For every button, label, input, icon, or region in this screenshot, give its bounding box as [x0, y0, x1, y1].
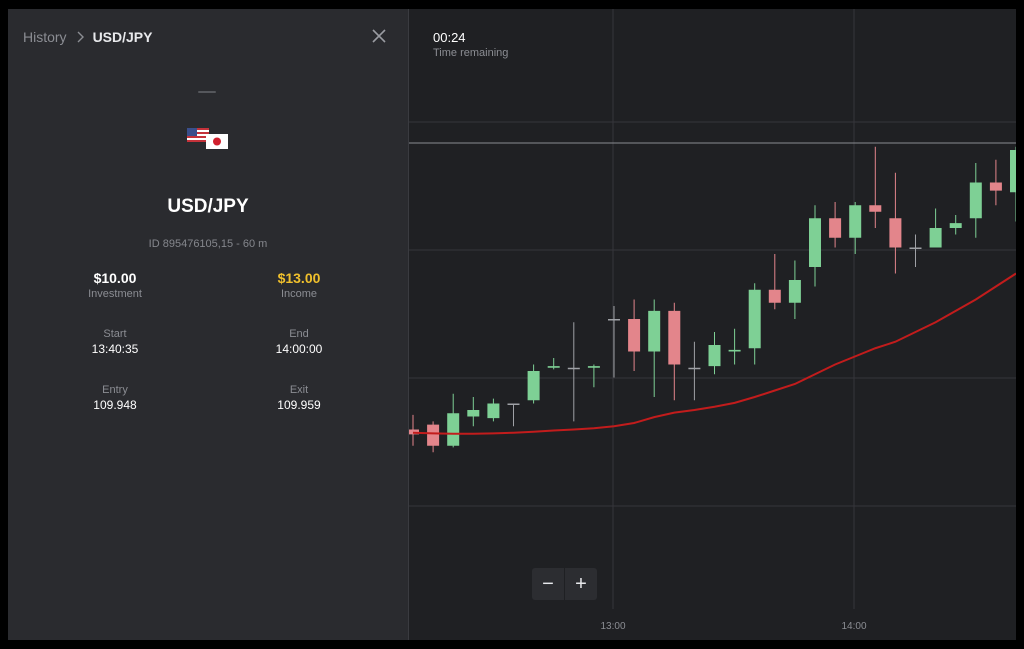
trade-detail-panel: History USD/JPY USD/JPY ID 895476105,15 …	[8, 9, 409, 640]
candle-up	[447, 413, 460, 446]
income-stat: $13.00 Income	[229, 270, 369, 300]
pair-title: USD/JPY	[167, 196, 249, 217]
timer-label: Time remaining	[433, 47, 509, 59]
exit-value: 109.959	[277, 398, 321, 412]
breadcrumb-history-link[interactable]: History	[23, 29, 67, 45]
income-value: $13.00	[277, 270, 321, 286]
chart-grid	[409, 9, 1016, 609]
candle-up	[608, 319, 620, 321]
candle-up	[567, 367, 580, 370]
chevron-right-icon	[77, 31, 84, 43]
zoom-out-button[interactable]: −	[532, 568, 564, 600]
candle-up	[467, 410, 480, 417]
investment-value: $10.00	[93, 270, 137, 286]
breadcrumb-current: USD/JPY	[92, 29, 153, 45]
candle-up	[849, 205, 862, 238]
investment-stat: $10.00 Investment	[45, 270, 185, 300]
candle-up	[728, 349, 741, 352]
end-label: End	[289, 328, 309, 340]
investment-label: Investment	[88, 288, 142, 300]
candle-up	[507, 403, 520, 405]
price-chart[interactable]: 00:24 Time remaining − + 13:00 14:00	[409, 9, 1016, 640]
candle-up	[969, 182, 982, 219]
candle-down	[768, 289, 781, 303]
start-stat: Start 13:40:35	[45, 328, 185, 356]
breadcrumb: History USD/JPY	[23, 29, 152, 45]
zoom-controls: − +	[532, 568, 597, 600]
candle-down	[427, 424, 440, 446]
income-label: Income	[280, 288, 318, 300]
candle-up	[788, 280, 801, 303]
candle-up	[748, 289, 761, 349]
drag-handle[interactable]	[198, 91, 216, 93]
timer-value: 00:24	[433, 30, 466, 45]
candlestick-plot	[409, 9, 1016, 609]
candle-down	[628, 319, 641, 352]
deal-id: ID 895476105,15 - 60 m	[148, 238, 268, 250]
entry-stat: Entry 109.948	[45, 384, 185, 412]
candle-up	[708, 345, 721, 367]
x-tick-label: 14:00	[841, 621, 867, 632]
end-stat: End 14:00:00	[229, 328, 369, 356]
candle-up	[648, 310, 661, 352]
candle-up	[587, 366, 600, 368]
candle-up	[527, 371, 540, 401]
candle-up	[929, 228, 942, 248]
exit-stat: Exit 109.959	[229, 384, 369, 412]
entry-label: Entry	[102, 384, 128, 396]
x-tick-label: 13:00	[600, 621, 626, 632]
candle-down	[889, 218, 902, 248]
candle-down	[668, 310, 681, 365]
candle-up	[547, 366, 560, 368]
close-icon[interactable]	[370, 27, 388, 45]
candle-down	[869, 205, 882, 212]
candle-down	[829, 218, 842, 238]
candle-up	[949, 223, 962, 228]
start-label: Start	[103, 328, 127, 340]
candle-down	[989, 182, 1002, 191]
candle-up	[487, 403, 500, 419]
candle-up	[909, 247, 922, 249]
us-jp-flags-icon	[187, 128, 228, 149]
end-value: 14:00:00	[275, 342, 323, 356]
zoom-in-button[interactable]: +	[564, 568, 597, 600]
exit-label: Exit	[289, 384, 309, 396]
candle-up	[1010, 150, 1016, 193]
start-value: 13:40:35	[91, 342, 139, 356]
entry-value: 109.948	[93, 398, 137, 412]
time-remaining: 00:24 Time remaining	[433, 30, 508, 59]
candle-up	[688, 367, 701, 370]
app-window: History USD/JPY USD/JPY ID 895476105,15 …	[8, 9, 1016, 640]
candle-up	[809, 218, 821, 267]
